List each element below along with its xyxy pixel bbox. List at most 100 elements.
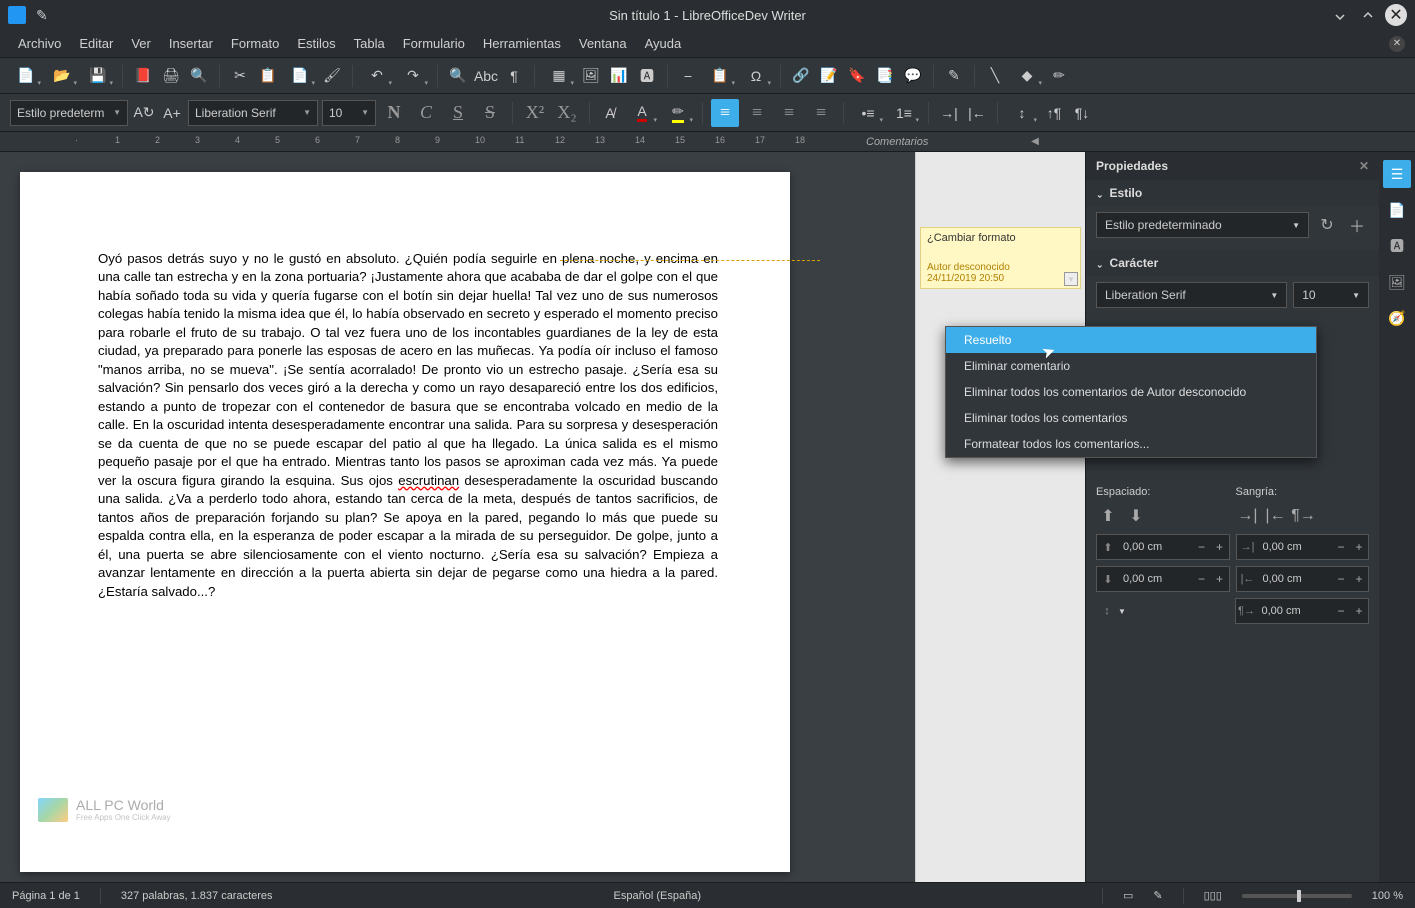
ctx-resuelto[interactable]: Resuelto xyxy=(946,327,1316,353)
print-preview-icon[interactable]: 🔍 xyxy=(187,64,211,88)
maximize-button[interactable] xyxy=(1357,4,1379,26)
menu-formulario[interactable]: Formulario xyxy=(395,32,473,55)
trackchanges-icon[interactable]: ✎ xyxy=(942,64,966,88)
superscript-button[interactable]: X² xyxy=(521,99,549,127)
clone-format-icon[interactable]: 🖌 xyxy=(320,64,344,88)
symbol-icon[interactable]: Ω xyxy=(740,64,772,88)
chart-icon[interactable]: 📊 xyxy=(607,64,631,88)
ctx-formatear[interactable]: Formatear todos los comentarios... xyxy=(946,431,1316,457)
pagebreak-icon[interactable]: ⎯ xyxy=(676,64,700,88)
underline-button[interactable]: S xyxy=(444,99,472,127)
align-left-button[interactable]: ≡ xyxy=(711,99,739,127)
zoom-slider[interactable] xyxy=(1242,894,1352,898)
style-combo[interactable]: Estilo predeterminado▼ xyxy=(1096,212,1309,238)
table-icon[interactable]: ▦ xyxy=(543,64,575,88)
crossref-icon[interactable]: 📑 xyxy=(873,64,897,88)
comment-menu-button[interactable]: ▼ xyxy=(1064,272,1078,286)
find-replace-icon[interactable]: 🔍 xyxy=(446,64,470,88)
open-icon[interactable]: 📂 xyxy=(46,64,78,88)
draw-icon[interactable]: ✏ xyxy=(1047,64,1071,88)
minimize-button[interactable] xyxy=(1329,4,1351,26)
char-size-combo[interactable]: 10▼ xyxy=(1293,282,1369,308)
status-language[interactable]: Español (España) xyxy=(614,890,701,902)
status-zoom[interactable]: 100 % xyxy=(1372,890,1403,902)
menu-formato[interactable]: Formato xyxy=(223,32,287,55)
comment-icon[interactable]: 💬 xyxy=(901,64,925,88)
font-color-icon[interactable]: A xyxy=(626,101,658,125)
close-button[interactable]: ✕ xyxy=(1385,4,1407,26)
field-icon[interactable]: 📋 xyxy=(704,64,736,88)
bold-button[interactable]: N xyxy=(380,99,408,127)
indent-before-icon[interactable]: →| xyxy=(1236,504,1260,528)
strike-button[interactable]: S xyxy=(476,99,504,127)
bookmark-icon[interactable]: 🔖 xyxy=(845,64,869,88)
italic-button[interactable]: C xyxy=(412,99,440,127)
cut-icon[interactable]: ✂ xyxy=(228,64,252,88)
menu-herramientas[interactable]: Herramientas xyxy=(475,32,569,55)
spellcheck-icon[interactable]: Abc xyxy=(474,64,498,88)
menu-ver[interactable]: Ver xyxy=(123,32,159,55)
indent-before-spin[interactable]: →|0,00 cm−+ xyxy=(1236,534,1370,560)
linespacing-button[interactable]: ↕▼ xyxy=(1096,598,1229,624)
tab-styles-icon[interactable]: 🅰 xyxy=(1383,232,1411,260)
print-icon[interactable]: 🖨 xyxy=(159,64,183,88)
space-above-spin[interactable]: ⬆0,00 cm−+ xyxy=(1096,534,1230,560)
new-icon[interactable]: 📄 xyxy=(10,64,42,88)
status-view-icons[interactable]: ▯▯▯ xyxy=(1204,889,1222,902)
section-caracter[interactable]: Carácter xyxy=(1086,250,1379,276)
update-style-icon[interactable]: A↻ xyxy=(132,101,156,125)
status-signature-icon[interactable]: ✎ xyxy=(1153,889,1162,902)
highlight-icon[interactable]: ✏ xyxy=(662,101,694,125)
bullets-icon[interactable]: •≡ xyxy=(852,101,884,125)
document-body[interactable]: Oyó pasos detrás suyo y no le gustó en a… xyxy=(98,250,718,601)
hyperlink-icon[interactable]: 🔗 xyxy=(789,64,813,88)
para-above-icon[interactable]: ↑¶ xyxy=(1042,101,1066,125)
indent-dec-icon[interactable]: |← xyxy=(965,101,989,125)
font-size-combo[interactable]: 10▼ xyxy=(322,100,376,126)
save-icon[interactable]: 💾 xyxy=(82,64,114,88)
menu-ayuda[interactable]: Ayuda xyxy=(637,32,690,55)
ctx-eliminar[interactable]: Eliminar comentario xyxy=(946,353,1316,379)
ctx-eliminar-autor[interactable]: Eliminar todos los comentarios de Autor … xyxy=(946,379,1316,405)
align-justify-button[interactable]: ≡ xyxy=(807,99,835,127)
menu-tabla[interactable]: Tabla xyxy=(346,32,393,55)
tab-gallery-icon[interactable]: 🖼 xyxy=(1383,268,1411,296)
indent-inc-icon[interactable]: →| xyxy=(937,101,961,125)
align-center-button[interactable]: ≡ xyxy=(743,99,771,127)
footnote-icon[interactable]: 📝 xyxy=(817,64,841,88)
char-font-combo[interactable]: Liberation Serif▼ xyxy=(1096,282,1287,308)
new-style-icon[interactable]: A+ xyxy=(160,101,184,125)
indent-first-spin[interactable]: ¶→0,00 cm−+ xyxy=(1235,598,1370,624)
space-above-icon[interactable]: ⬆ xyxy=(1096,504,1120,528)
indent-first-icon[interactable]: ¶→ xyxy=(1292,504,1316,528)
update-style-icon[interactable]: ↻ xyxy=(1315,213,1339,237)
menu-estilos[interactable]: Estilos xyxy=(289,32,343,55)
pin-icon[interactable]: ✎ xyxy=(36,7,48,24)
document-close-button[interactable]: ✕ xyxy=(1389,36,1405,52)
page[interactable]: Oyó pasos detrás suyo y no le gustó en a… xyxy=(20,172,790,872)
linespacing-icon[interactable]: ↕ xyxy=(1006,101,1038,125)
undo-icon[interactable]: ↶ xyxy=(361,64,393,88)
status-page[interactable]: Página 1 de 1 xyxy=(12,890,80,902)
image-icon[interactable]: 🖼 xyxy=(579,64,603,88)
para-below-icon[interactable]: ¶↓ xyxy=(1070,101,1094,125)
menu-archivo[interactable]: Archivo xyxy=(10,32,69,55)
spell-error[interactable]: escrutinan xyxy=(398,473,459,488)
new-style-icon[interactable]: ＋ xyxy=(1345,213,1369,237)
tab-page-icon[interactable]: 📄 xyxy=(1383,196,1411,224)
subscript-button[interactable]: X₂ xyxy=(553,99,581,127)
menu-editar[interactable]: Editar xyxy=(71,32,121,55)
comment-box[interactable]: ¿Cambiar formato Autor desconocido 24/11… xyxy=(920,227,1081,289)
paragraph-style-combo[interactable]: Estilo predeterm▼ xyxy=(10,100,128,126)
numbering-icon[interactable]: 1≡ xyxy=(888,101,920,125)
textbox-icon[interactable]: 🅰 xyxy=(635,64,659,88)
menu-ventana[interactable]: Ventana xyxy=(571,32,635,55)
section-estilo[interactable]: Estilo xyxy=(1086,180,1379,206)
formatting-marks-icon[interactable]: ¶ xyxy=(502,64,526,88)
paste-icon[interactable]: 📄 xyxy=(284,64,316,88)
export-pdf-icon[interactable]: 📕 xyxy=(131,64,155,88)
tab-properties-icon[interactable]: ☰ xyxy=(1383,160,1411,188)
shapes-icon[interactable]: ◆ xyxy=(1011,64,1043,88)
status-selection-icon[interactable]: ▭ xyxy=(1123,889,1133,902)
align-right-button[interactable]: ≡ xyxy=(775,99,803,127)
